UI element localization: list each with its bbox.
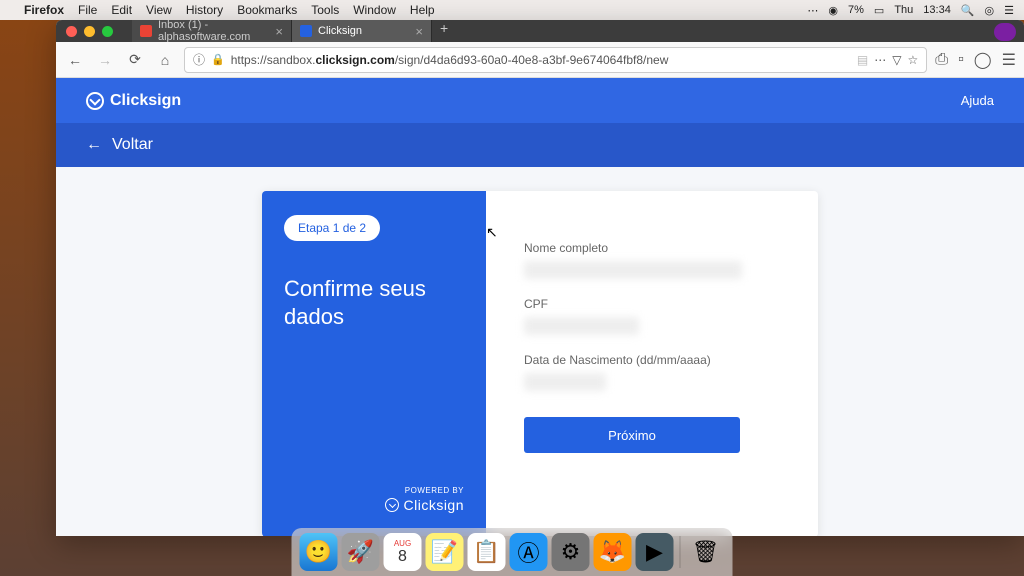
- page-content: Clicksign Ajuda ← Voltar Etapa 1 de 2 Co…: [56, 78, 1024, 536]
- browser-toolbar: ← → ⟳ ⌂ ⓘ 🔒 https://sandbox.clicksign.co…: [56, 42, 1024, 78]
- card-left-panel: Etapa 1 de 2 Confirme seus dados POWERED…: [262, 191, 486, 536]
- back-arrow-icon[interactable]: ←: [86, 136, 102, 154]
- maximize-window-button[interactable]: [102, 26, 113, 37]
- clicksign-header: Clicksign Ajuda: [56, 78, 1024, 123]
- close-tab-icon[interactable]: ×: [415, 24, 423, 39]
- menu-file[interactable]: File: [78, 3, 97, 17]
- spotlight-icon[interactable]: 🔍: [961, 4, 975, 17]
- notes-icon[interactable]: 📝: [426, 533, 464, 571]
- menu-help[interactable]: Help: [410, 3, 435, 17]
- battery-icon[interactable]: ▭: [874, 4, 884, 17]
- menu-bookmarks[interactable]: Bookmarks: [237, 3, 297, 17]
- menu-tools[interactable]: Tools: [311, 3, 339, 17]
- bluetooth-icon[interactable]: ⋯: [807, 4, 818, 17]
- info-icon[interactable]: ⓘ: [193, 51, 205, 68]
- dob-input[interactable]: [524, 373, 606, 391]
- back-button[interactable]: ←: [64, 49, 86, 71]
- account-icon[interactable]: ◯: [974, 50, 992, 70]
- bookmark-star-icon[interactable]: ☆: [908, 53, 919, 67]
- dock-divider: [680, 536, 681, 568]
- new-tab-button[interactable]: +: [432, 20, 456, 42]
- help-link[interactable]: Ajuda: [961, 93, 994, 108]
- reload-button[interactable]: ⟳: [124, 49, 146, 71]
- address-bar[interactable]: ⓘ 🔒 https://sandbox.clicksign.com/sign/d…: [184, 47, 927, 73]
- field-label: CPF: [524, 297, 780, 311]
- macos-menubar: Firefox File Edit View History Bookmarks…: [0, 0, 1024, 20]
- clock-day: Thu: [894, 4, 913, 16]
- tab-strip: Inbox (1) - alphasoftware.com × Clicksig…: [132, 20, 456, 42]
- next-button[interactable]: Próximo: [524, 417, 740, 453]
- step-badge: Etapa 1 de 2: [284, 215, 380, 241]
- card-form: Nome completo CPF Data de Nascimento (dd…: [486, 191, 818, 536]
- close-tab-icon[interactable]: ×: [275, 24, 283, 39]
- hamburger-menu-icon[interactable]: ☰: [1002, 50, 1016, 70]
- appstore-icon[interactable]: Ⓐ: [510, 533, 548, 571]
- field-dob: Data de Nascimento (dd/mm/aaaa): [524, 353, 780, 391]
- tab-clicksign[interactable]: Clicksign ×: [292, 20, 432, 42]
- tab-label: Clicksign: [318, 25, 362, 37]
- siri-icon[interactable]: ◎: [985, 4, 995, 17]
- reminders-icon[interactable]: 📋: [468, 533, 506, 571]
- app-name[interactable]: Firefox: [24, 3, 64, 17]
- tab-label: Inbox (1) - alphasoftware.com: [158, 20, 269, 43]
- field-name: Nome completo: [524, 241, 780, 279]
- sidebar-icon[interactable]: ▫: [958, 51, 964, 69]
- content-area: Etapa 1 de 2 Confirme seus dados POWERED…: [56, 167, 1024, 536]
- trash-icon[interactable]: 🗑: [687, 533, 725, 571]
- forward-button[interactable]: →: [94, 49, 116, 71]
- quicktime-icon[interactable]: ▶: [636, 533, 674, 571]
- preferences-icon[interactable]: ⚙: [552, 533, 590, 571]
- titlebar: Inbox (1) - alphasoftware.com × Clicksig…: [56, 20, 1024, 42]
- menu-view[interactable]: View: [146, 3, 172, 17]
- firefox-icon[interactable]: 🦊: [594, 533, 632, 571]
- cpf-input[interactable]: [524, 317, 639, 335]
- field-label: Data de Nascimento (dd/mm/aaaa): [524, 353, 780, 367]
- brand-text: Clicksign: [110, 92, 181, 110]
- powered-by: POWERED BY Clicksign: [284, 486, 464, 513]
- field-label: Nome completo: [524, 241, 780, 255]
- extension-badge-icon[interactable]: [994, 23, 1016, 41]
- calendar-icon[interactable]: AUG8: [384, 533, 422, 571]
- card-title: Confirme seus dados: [284, 275, 464, 330]
- back-label[interactable]: Voltar: [112, 136, 153, 154]
- firefox-window: Inbox (1) - alphasoftware.com × Clicksig…: [56, 20, 1024, 536]
- tab-inbox[interactable]: Inbox (1) - alphasoftware.com ×: [132, 20, 292, 42]
- sub-header: ← Voltar: [56, 123, 1024, 167]
- menu-history[interactable]: History: [186, 3, 223, 17]
- macos-dock: 🙂 🚀 AUG8 📝 📋 Ⓐ ⚙ 🦊 ▶ 🗑: [292, 528, 733, 576]
- tab-favicon: [300, 25, 312, 37]
- battery-percent: 7%: [848, 4, 864, 16]
- tab-favicon: [140, 25, 152, 37]
- field-cpf: CPF: [524, 297, 780, 335]
- finder-icon[interactable]: 🙂: [300, 533, 338, 571]
- form-card: Etapa 1 de 2 Confirme seus dados POWERED…: [262, 191, 818, 536]
- menu-window[interactable]: Window: [353, 3, 396, 17]
- launchpad-icon[interactable]: 🚀: [342, 533, 380, 571]
- lock-icon[interactable]: 🔒: [211, 53, 225, 66]
- url-text: https://sandbox.clicksign.com/sign/d4da6…: [231, 53, 851, 67]
- notification-center-icon[interactable]: ☰: [1004, 4, 1014, 17]
- minimize-window-button[interactable]: [84, 26, 95, 37]
- brand-logo[interactable]: Clicksign: [86, 92, 181, 110]
- save-pocket-icon[interactable]: ▽: [892, 53, 901, 67]
- dropdown-icon[interactable]: ⋯: [874, 53, 886, 67]
- window-controls: [66, 26, 113, 37]
- clicksign-logo-icon: [86, 92, 104, 110]
- wifi-icon[interactable]: ◉: [828, 4, 838, 17]
- menu-edit[interactable]: Edit: [111, 3, 132, 17]
- home-button[interactable]: ⌂: [154, 49, 176, 71]
- close-window-button[interactable]: [66, 26, 77, 37]
- reader-icon[interactable]: ▤: [857, 53, 868, 67]
- name-input[interactable]: [524, 261, 742, 279]
- clock-time: 13:34: [923, 4, 951, 16]
- library-icon[interactable]: ⎙: [935, 51, 948, 69]
- clicksign-mini-icon: [385, 498, 399, 512]
